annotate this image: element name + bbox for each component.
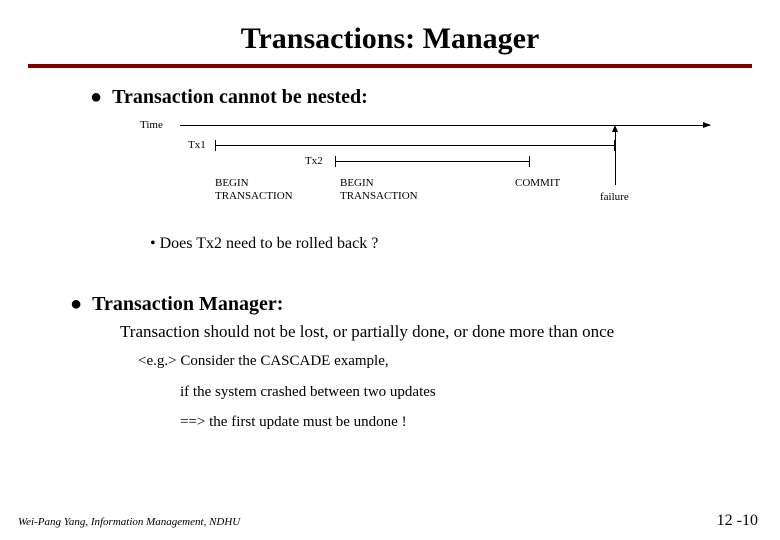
time-label: Time bbox=[140, 119, 163, 131]
example-line2: if the system crashed between two update… bbox=[180, 381, 720, 404]
begin-tx1-label: BEGIN TRANSACTION bbox=[215, 177, 293, 203]
manager-description: Transaction should not be lost, or parti… bbox=[120, 322, 720, 342]
failure-line bbox=[615, 131, 616, 185]
tx2-label: Tx2 bbox=[305, 155, 323, 167]
footer-text: Wei-Pang Yang, Information Management, N… bbox=[18, 516, 240, 528]
timeline-diagram: Time Tx1 Tx2 BEGIN TRANSACTION BEGIN TRA… bbox=[140, 115, 720, 235]
failure-arrow-icon bbox=[612, 125, 618, 132]
slide-title: Transactions: Manager bbox=[0, 0, 780, 64]
rollback-question: • Does Tx2 need to be rolled back ? bbox=[150, 235, 720, 253]
tx1-label: Tx1 bbox=[188, 139, 206, 151]
bullet-icon: ● bbox=[90, 87, 102, 107]
bullet-icon: ● bbox=[70, 294, 82, 314]
time-arrow bbox=[180, 125, 710, 126]
commit-label: COMMIT bbox=[515, 177, 560, 190]
tx1-line bbox=[215, 145, 615, 146]
example-line1: <e.g.> Consider the CASCADE example, bbox=[138, 350, 720, 373]
content-area: ● Transaction cannot be nested: Time Tx1… bbox=[0, 86, 780, 434]
bullet-nested: ● Transaction cannot be nested: bbox=[90, 86, 720, 109]
bullet-nested-text: Transaction cannot be nested: bbox=[112, 86, 368, 109]
title-rule bbox=[28, 64, 752, 68]
page-number: 12 -10 bbox=[717, 512, 758, 530]
example-line3: ==> the first update must be undone ! bbox=[180, 411, 720, 434]
bullet-manager-text: Transaction Manager: bbox=[92, 293, 283, 316]
tx2-line bbox=[335, 161, 530, 162]
bullet-manager: ● Transaction Manager: bbox=[70, 293, 720, 316]
begin-tx2-label: BEGIN TRANSACTION bbox=[340, 177, 418, 203]
failure-label: failure bbox=[600, 191, 629, 204]
